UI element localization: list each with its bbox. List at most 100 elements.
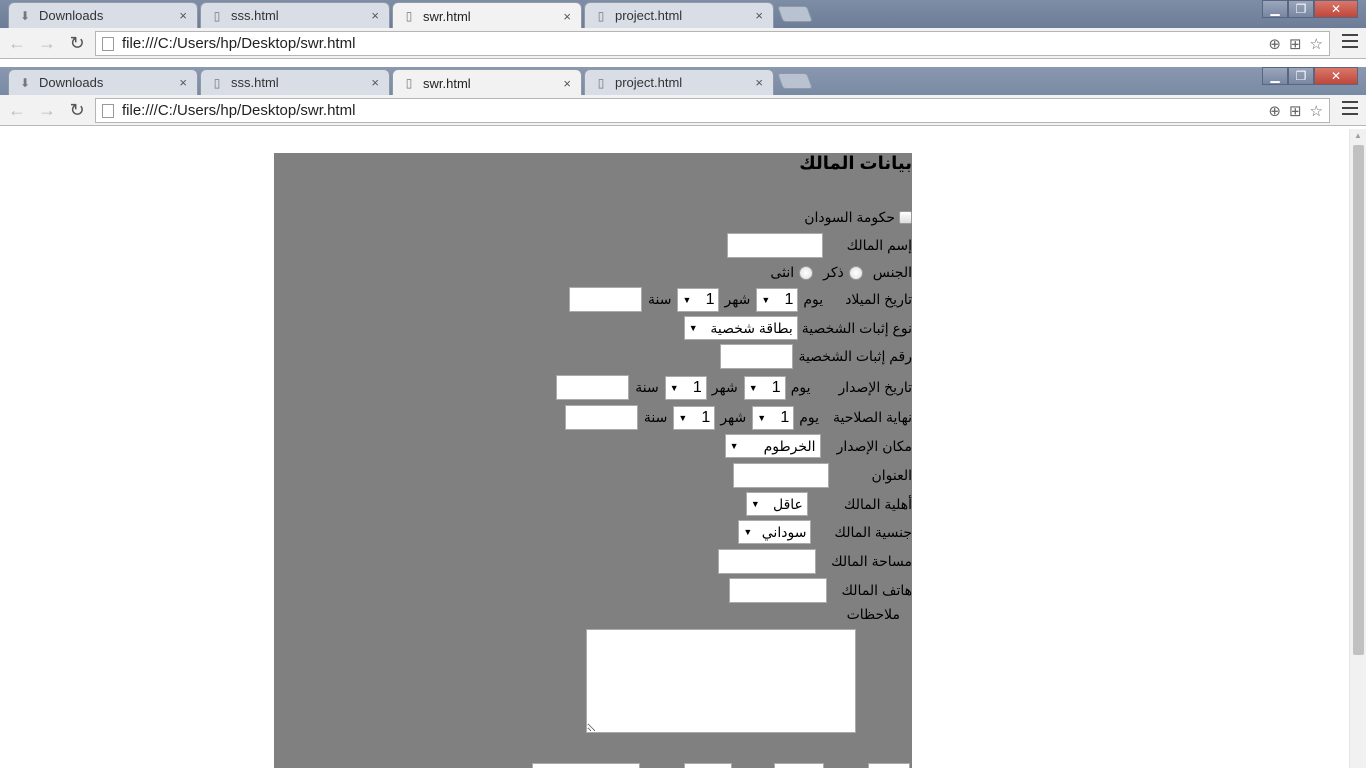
new-tab-button[interactable] [777,73,813,89]
tab-sss[interactable]: ▯ sss.html × [200,2,390,28]
government-label: حكومة السودان [804,209,895,225]
tab-title: swr.html [423,75,471,91]
day-label: يوم [790,379,811,395]
forward-arrow-icon[interactable]: → [34,30,60,56]
close-icon[interactable]: × [755,8,763,23]
new-tab-button[interactable] [777,6,813,22]
scrollbar-thumb[interactable] [1353,145,1364,655]
address-bar[interactable]: file:///C:/Users/hp/Desktop/swr.html ⊕ ⊞… [95,31,1330,56]
tab-project[interactable]: ▯ project.html × [584,2,774,28]
female-radio[interactable] [799,265,814,280]
maximize-icon[interactable]: ❐ [1288,0,1314,18]
expiry-month-select[interactable]: 1 ▼ [673,405,716,430]
vertical-scrollbar[interactable]: ▲ [1349,129,1366,768]
scroll-up-icon[interactable]: ▲ [1354,131,1362,140]
id-number-label: رقم إثبات الشخصية [798,348,912,364]
female-label: انثى [770,264,795,280]
id-number-input[interactable] [720,344,794,369]
eligibility-select[interactable]: عاقل ▼ [745,492,808,516]
birth-month-select[interactable]: 1 ▼ [677,287,720,312]
forward-arrow-icon[interactable]: → [34,97,60,123]
tab-project[interactable]: ▯ project.html × [584,69,774,95]
bottom-control-2[interactable] [774,763,824,768]
tab-sss[interactable]: ▯ sss.html × [200,69,390,95]
male-radio[interactable] [848,265,863,280]
close-icon[interactable]: × [179,8,187,23]
government-checkbox[interactable] [899,211,912,224]
window-controls: ▁ ❐ ✕ [1262,67,1358,85]
id-type-select[interactable]: بطاقة شخصية ▼ [683,316,798,340]
birth-day-select[interactable]: 1 ▼ [756,287,799,312]
menu-icon[interactable] [1342,101,1358,115]
window-controls: ▁ ❐ ✕ [1262,0,1358,18]
tab-title: sss.html [231,75,279,90]
zoom-icon[interactable]: ⊕ [1268,35,1281,53]
minimize-icon[interactable]: ▁ [1262,67,1288,85]
owner-name-input[interactable] [726,233,823,258]
dropdown-arrow-icon: ▼ [750,499,760,509]
dropdown-arrow-icon: ▼ [729,441,739,451]
tab-title: project.html [615,75,683,90]
bookmark-star-icon[interactable]: ☆ [1310,35,1323,53]
translate-icon[interactable]: ⊞ [1289,35,1302,53]
minimize-icon[interactable]: ▁ [1262,0,1288,18]
window-close-icon[interactable]: ✕ [1314,67,1358,85]
reload-icon[interactable]: ↻ [64,30,90,56]
bookmark-star-icon[interactable]: ☆ [1310,102,1323,120]
area-row: مساحة المالك [718,549,912,574]
notes-textarea[interactable] [586,629,856,733]
close-icon[interactable]: × [563,9,571,24]
page-icon: ▯ [405,76,413,90]
issue-year-input[interactable] [556,375,630,400]
tab-swr[interactable]: ▯ swr.html × [392,2,582,29]
zoom-icon[interactable]: ⊕ [1268,102,1281,120]
reload-icon[interactable]: ↻ [64,97,90,123]
page-icon [102,103,114,118]
notes-row: ملاحظات [847,606,900,623]
maximize-icon[interactable]: ❐ [1288,67,1314,85]
close-icon[interactable]: × [371,75,379,90]
close-icon[interactable]: × [179,75,187,90]
tab-swr[interactable]: ▯ swr.html × [392,69,582,96]
page-viewport: بيانات المالك حكومة السودان إسم المالك ا… [0,129,1366,768]
year-label: سنة [643,409,668,425]
address-row: العنوان [733,463,912,488]
nationality-select[interactable]: سوداني ▼ [738,520,812,544]
tab-strip: ⬇ Downloads × ▯ sss.html × ▯ swr.html × … [0,0,1366,29]
tab-title: sss.html [231,8,279,23]
bottom-control-4[interactable] [532,763,640,768]
expiry-day-select[interactable]: 1 ▼ [752,405,795,430]
tab-title: Downloads [39,75,104,90]
tab-downloads[interactable]: ⬇ Downloads × [8,2,198,28]
issue-day-select[interactable]: 1 ▼ [743,375,786,400]
dropdown-arrow-icon: ▼ [743,527,753,537]
tab-downloads[interactable]: ⬇ Downloads × [8,69,198,95]
back-arrow-icon[interactable]: ← [4,97,30,123]
tab-title: project.html [615,8,683,23]
close-icon[interactable]: × [755,75,763,90]
month-label: شهر [711,379,738,395]
close-icon[interactable]: × [371,8,379,23]
issue-place-select[interactable]: الخرطوم ▼ [724,434,821,458]
bottom-control-3[interactable] [684,763,732,768]
id-number-row: رقم إثبات الشخصية [720,344,912,369]
address-input[interactable] [733,463,830,488]
translate-icon[interactable]: ⊞ [1289,102,1302,120]
area-input[interactable] [718,549,817,574]
page-icon: ▯ [597,8,605,23]
tab-title: Downloads [39,8,104,23]
address-bar[interactable]: file:///C:/Users/hp/Desktop/swr.html ⊕ ⊞… [95,98,1330,123]
close-icon[interactable]: × [563,76,571,91]
day-label: يوم [799,409,820,425]
birth-year-input[interactable] [569,287,642,312]
phone-input[interactable] [729,578,828,603]
issue-month-select[interactable]: 1 ▼ [664,375,707,400]
menu-icon[interactable] [1342,34,1358,48]
bottom-control-1[interactable] [868,763,910,768]
window-close-icon[interactable]: ✕ [1314,0,1358,18]
expiry-year-input[interactable] [564,405,638,430]
eligibility-row: أهلية المالك عاقل ▼ [745,492,912,516]
owner-name-label: إسم المالك [846,237,912,253]
back-arrow-icon[interactable]: ← [4,30,30,56]
dropdown-arrow-icon: ▼ [757,412,767,423]
